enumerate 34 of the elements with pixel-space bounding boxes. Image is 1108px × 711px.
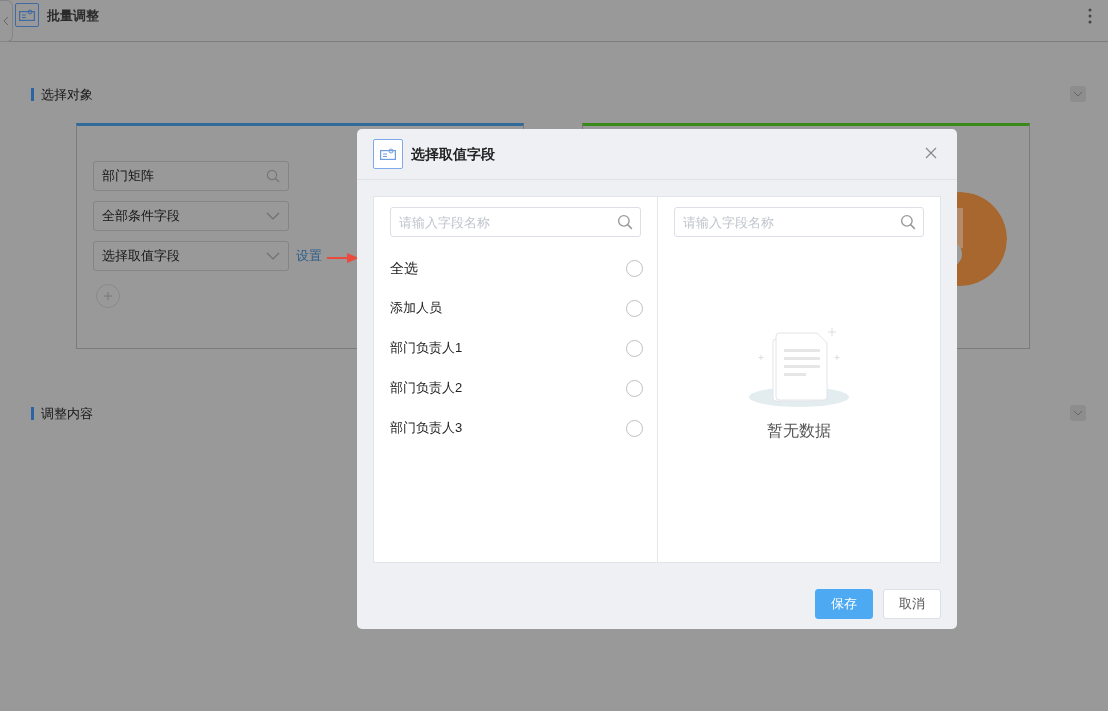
app-logo xyxy=(15,3,39,27)
section-title: 调整内容 xyxy=(31,406,93,420)
chevron-down-icon xyxy=(266,252,280,260)
more-menu-icon[interactable] xyxy=(1088,8,1092,24)
dialog-logo xyxy=(373,139,403,169)
collapse-button[interactable] xyxy=(1070,86,1086,102)
list-option[interactable]: 全选 xyxy=(390,248,641,288)
section-title: 选择对象 xyxy=(31,87,93,101)
page-title: 批量调整 xyxy=(47,7,99,25)
search-icon xyxy=(266,169,280,183)
dialog-title: 选择取值字段 xyxy=(411,144,495,164)
search-icon xyxy=(900,214,916,230)
close-icon xyxy=(925,147,937,159)
search-icon xyxy=(616,214,633,230)
chevron-left-icon xyxy=(3,16,9,26)
collapse-tab[interactable] xyxy=(0,0,13,42)
chevron-down-icon xyxy=(266,212,280,220)
cancel-button[interactable]: 取消 xyxy=(883,589,941,619)
plus-icon xyxy=(103,291,113,301)
empty-message: 暂无数据 xyxy=(766,421,831,441)
list-option[interactable]: 部门负责人3 xyxy=(390,408,641,448)
search-field[interactable]: 部门矩阵 xyxy=(93,161,289,191)
search-field[interactable]: 请输入字段名称 xyxy=(673,207,924,237)
arrow-icon xyxy=(327,252,359,264)
list-option[interactable]: 添加人员 xyxy=(390,288,641,328)
chevron-down-icon xyxy=(1073,91,1083,97)
close-button[interactable] xyxy=(925,147,939,161)
select-field[interactable]: 全部条件字段 xyxy=(93,201,289,231)
list-option[interactable]: 部门负责人1 xyxy=(390,328,641,368)
select-field[interactable]: 选择取值字段 xyxy=(93,241,289,271)
search-field[interactable]: 请输入字段名称 xyxy=(390,207,641,237)
list-option[interactable]: 部门负责人2 xyxy=(390,368,641,408)
collapse-button[interactable] xyxy=(1070,405,1086,421)
chevron-down-icon xyxy=(1073,410,1083,416)
